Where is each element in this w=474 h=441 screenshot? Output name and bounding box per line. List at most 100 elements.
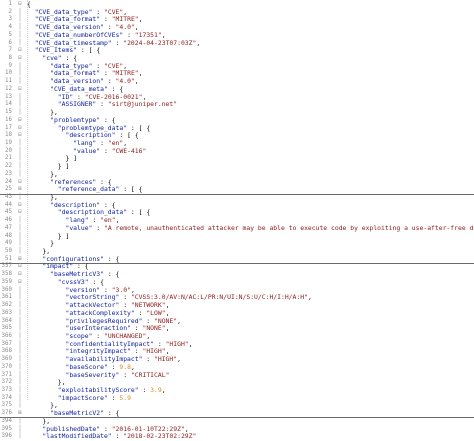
code-line[interactable]: 21 │ } ] — [0, 155, 474, 163]
collapse-fold-icon[interactable]: ⊟ — [14, 117, 26, 125]
line-number: 47 — [5, 224, 12, 231]
code-line[interactable]: 19 │ "lang" : "en", — [0, 140, 474, 148]
fold-gutter: │ — [18, 78, 22, 85]
code-line[interactable]: 13 │ "ID" : "CVE-2016-0021", — [0, 94, 474, 102]
line-number: 19 — [5, 139, 12, 146]
code-line[interactable]: 3 │ "CVE_data_format" : "MITRE", — [0, 16, 474, 24]
code-line[interactable]: 360 │ "version" : "3.0", — [0, 287, 474, 295]
code-line[interactable]: 373 │ "exploitabilityScore" : 3.9, — [0, 387, 474, 395]
code-line[interactable]: 370 │ "baseScore" : 9.8, — [0, 364, 474, 372]
code-line[interactable]: 366 │ "scope" : "UNCHANGED", — [0, 333, 474, 341]
code-text: }, — [42, 417, 51, 425]
code-text: } — [50, 240, 54, 248]
code-text: "value" : "CWE-416" — [73, 147, 147, 155]
fold-gutter: │ — [18, 302, 22, 309]
code-line[interactable]: 358 ⊟ "baseMetricV3" : { — [0, 271, 474, 279]
code-line[interactable]: 8 ⊟ "cve" : { — [0, 55, 474, 63]
code-line[interactable]: 15 │ }, — [0, 109, 474, 117]
code-line[interactable]: 362 │ "attackVector" : "NETWORK", — [0, 302, 474, 310]
code-line[interactable]: 2 │ "CVE_data_type" : "CVE", — [0, 9, 474, 17]
code-text: "data_format" : "MITRE", — [50, 70, 143, 78]
code-line[interactable]: 43 │ }, — [0, 194, 474, 202]
code-line[interactable]: 1 ⊟{ — [0, 1, 474, 9]
code-line[interactable]: 45 ⊟ "description_data" : [ { — [0, 209, 474, 217]
fold-gutter: │ — [18, 332, 22, 339]
collapse-fold-icon[interactable]: ⊟ — [14, 86, 26, 94]
code-text: "version" : "3.0", — [65, 286, 135, 294]
collapse-fold-icon[interactable]: ⊟ — [14, 55, 26, 63]
collapse-fold-icon[interactable]: ⊟ — [14, 209, 26, 217]
code-line[interactable]: 49 │ } — [0, 240, 474, 248]
code-line[interactable]: 18 ⊟ "description" : [ { — [0, 132, 474, 140]
code-line[interactable]: 372 │ }, — [0, 379, 474, 387]
collapse-fold-icon[interactable]: ⊟ — [14, 202, 26, 210]
code-line[interactable]: 17 ⊟ "problemtype_data" : [ { — [0, 125, 474, 133]
code-line[interactable]: 10 │ "data_format" : "MITRE", — [0, 70, 474, 78]
collapse-fold-icon[interactable]: ⊟ — [14, 125, 26, 133]
code-line[interactable]: 50 │ }, — [0, 248, 474, 256]
code-line[interactable]: 48 │ } ] — [0, 233, 474, 241]
line-number: 368 — [1, 348, 12, 355]
code-line[interactable]: 11 │ "data_version" : "4.0", — [0, 78, 474, 86]
code-line[interactable]: 368 │ "integrityImpact" : "HIGH", — [0, 348, 474, 356]
line-number: 361 — [1, 294, 12, 301]
code-line[interactable]: 6 │ "CVE_data_timestamp" : "2024-04-23T07… — [0, 40, 474, 48]
code-text: "attackComplexity" : "LOW", — [65, 309, 170, 317]
line-number: 360 — [1, 286, 12, 293]
code-line[interactable]: 14 │ "ASSIGNER" : "sirt@juniper.net" — [0, 101, 474, 109]
code-line[interactable]: 44 ⊟ "description" : { — [0, 202, 474, 210]
collapse-fold-icon[interactable]: ⊟ — [14, 271, 26, 279]
code-line[interactable]: 365 │ "userInteraction" : "NONE", — [0, 325, 474, 333]
code-line[interactable]: 46 │ "lang" : "en", — [0, 217, 474, 225]
code-text: "baseMetricV3" : { — [50, 271, 120, 279]
fold-gutter: │ — [18, 109, 22, 116]
collapse-fold-icon[interactable]: ⊟ — [14, 279, 26, 287]
collapse-fold-icon[interactable]: ⊟ — [14, 179, 26, 187]
code-line[interactable]: 47 │ "value" : "A remote, unauthenticated… — [0, 225, 474, 233]
collapse-fold-icon[interactable]: ⊟ — [14, 47, 26, 55]
code-text: "description" : { — [50, 201, 116, 209]
json-editor[interactable]: 1 ⊟{2 │ "CVE_data_type" : "CVE", 3 │ "CVE_da… — [0, 0, 474, 440]
code-line[interactable]: 4 │ "CVE_data_version" : "4.0", — [0, 24, 474, 32]
code-line[interactable]: 374 │ "impactScore" : 5.9 — [0, 395, 474, 403]
code-line[interactable]: 22 │ } ] — [0, 163, 474, 171]
line-number: 365 — [1, 325, 12, 332]
code-line[interactable]: 371 │ "baseSeverity" : "CRITICAL" — [0, 372, 474, 380]
code-line[interactable]: 7 ⊟ "CVE_Items" : [ { — [0, 47, 474, 55]
code-text: "cve" : { — [42, 55, 78, 63]
code-line[interactable]: 16 ⊟ "problemtype" : { — [0, 117, 474, 125]
code-text: }, — [50, 194, 58, 201]
code-line[interactable]: 23 │ }, — [0, 171, 474, 179]
code-line[interactable]: 367 │ "confidentialityImpact" : "HIGH", — [0, 341, 474, 349]
fold-gutter: │ — [18, 170, 22, 177]
fold-gutter: │ — [18, 240, 22, 247]
code-line[interactable]: 375 │ }, — [0, 402, 474, 410]
code-text: "CVE_data_numberOfCVEs" : "17351", — [34, 31, 166, 39]
code-line[interactable]: 24 ⊟ "references" : { — [0, 179, 474, 187]
fold-gutter: │ — [18, 248, 22, 255]
code-line[interactable]: 363 │ "attackComplexity" : "LOW", — [0, 310, 474, 318]
code-line[interactable]: 361 │ "vectorString" : "CVSS:3.0/AV:N/AC:… — [0, 294, 474, 302]
code-line[interactable]: 20 │ "value" : "CWE-416" — [0, 148, 474, 156]
code-text: "integrityImpact" : "HIGH", — [65, 348, 170, 356]
code-line[interactable]: 9 │ "data_type" : "CVE", — [0, 63, 474, 71]
code-line[interactable]: 5 │ "CVE_data_numberOfCVEs" : "17351", — [0, 32, 474, 40]
code-line[interactable]: 12 ⊟ "CVE_data_meta" : { — [0, 86, 474, 94]
code-text: "impact" : { — [42, 263, 89, 271]
line-number: 14 — [5, 101, 12, 108]
code-line[interactable]: 396 │ "lastModifiedDate" : "2018-02-23T02… — [0, 433, 474, 441]
code-text: "value" : "A remote, unauthenticated att… — [65, 224, 474, 232]
line-number: 10 — [5, 70, 12, 77]
code-line[interactable]: 357 ⊟ "impact" : { — [0, 263, 474, 271]
collapse-fold-icon[interactable]: ⊟ — [14, 132, 26, 140]
fold-gutter: │ — [18, 155, 22, 162]
collapse-fold-icon[interactable]: ⊟ — [14, 263, 26, 271]
code-line[interactable]: 364 │ "privilegesRequired" : "NONE", — [0, 318, 474, 326]
code-line[interactable]: 395 │ "publishedDate" : "2016-01-10T22:29… — [0, 426, 474, 434]
code-line[interactable]: 394 │ }, — [0, 418, 474, 426]
collapse-fold-icon[interactable]: ⊟ — [14, 1, 26, 9]
fold-gutter: │ — [18, 224, 22, 231]
code-line[interactable]: 369 │ "availabilityImpact" : "HIGH", — [0, 356, 474, 364]
code-line[interactable]: 359 ⊟ "cvssV3" : { — [0, 279, 474, 287]
line-number: 46 — [5, 217, 12, 224]
